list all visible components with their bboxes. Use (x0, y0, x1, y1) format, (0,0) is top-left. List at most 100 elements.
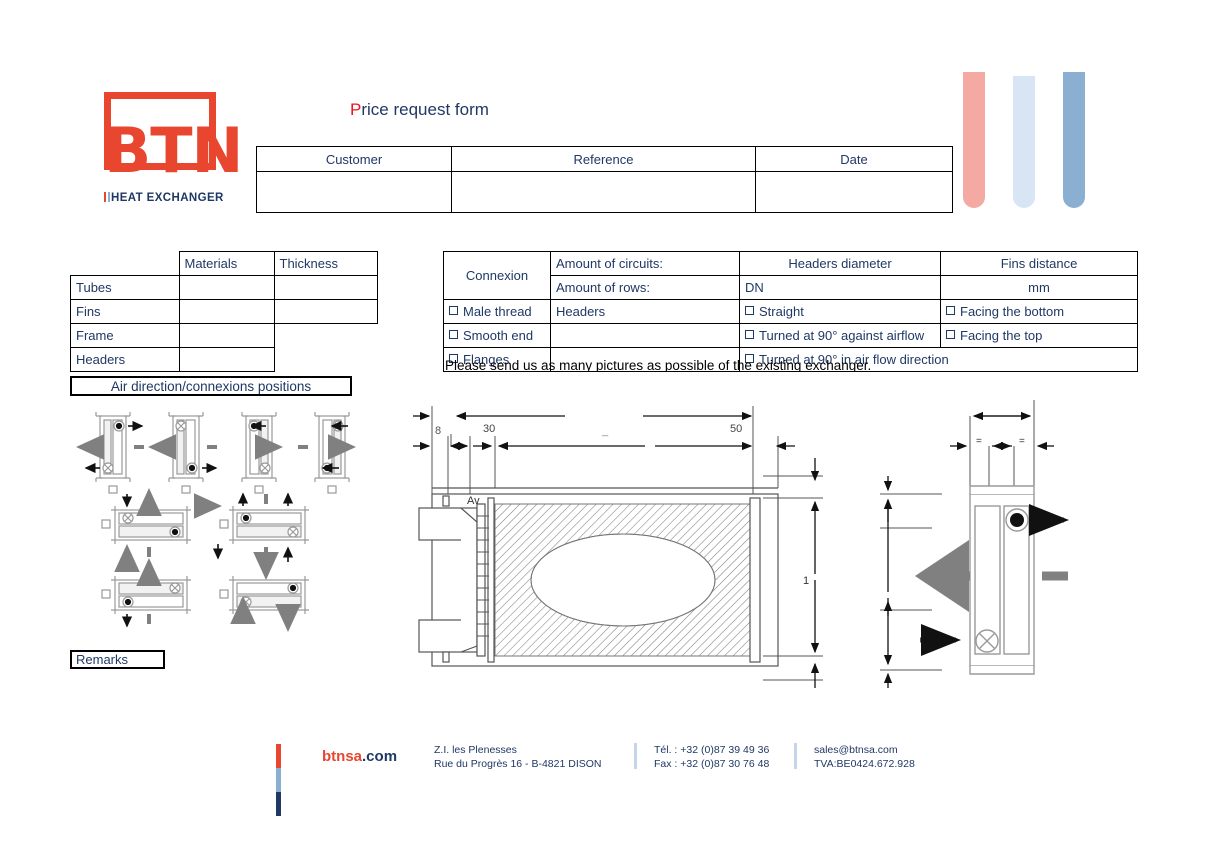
checkbox-label-facing-top: Facing the top (960, 328, 1043, 343)
amount-of-circuits-text: Amount of circuits: (556, 256, 663, 271)
field-reference[interactable] (451, 171, 756, 213)
footer-address-line1: Z.I. les Plenesses (434, 744, 517, 756)
table-row: Fins (70, 299, 378, 324)
decor-bar-2 (1013, 76, 1035, 208)
field-tubes-materials[interactable] (178, 275, 275, 300)
header-table: Customer Reference Date (256, 146, 953, 213)
field-headers-diameter[interactable]: DN (739, 275, 941, 300)
table-row-values (256, 171, 953, 213)
row-label-frame: Frame (70, 323, 180, 348)
checkbox-male-thread[interactable]: Male thread (443, 299, 551, 324)
label-amount-of-rows: Amount of rows: (550, 275, 740, 300)
field-fins-materials[interactable] (178, 299, 275, 324)
table-row-header: Materials Thickness (71, 251, 378, 276)
company-logo: BTN HEAT EXCHANGER (86, 86, 246, 218)
footer-site-name[interactable]: btnsa.com (322, 748, 397, 765)
label-amount-of-circuits: Amount of circuits: (550, 251, 740, 276)
footer-vat: TVA:BE0424.672.928 (814, 757, 915, 770)
footer-email[interactable]: sales@btnsa.com (814, 744, 915, 758)
footer-email-vat: sales@btnsa.com TVA:BE0424.672.928 (814, 744, 915, 771)
materials-corner-cell (71, 252, 180, 276)
amount-of-rows-text: Amount of rows: (556, 280, 650, 295)
logo-tagline-text: HEAT EXCHANGER (111, 192, 224, 204)
footer-site-name-text: btnsa (322, 748, 363, 765)
air-direction-diagrams (70, 402, 360, 632)
col-header-headers-diameter: Headers diameter (739, 251, 941, 276)
checkbox-icon[interactable] (449, 306, 458, 315)
tagline-bar-blue (107, 192, 110, 202)
checkbox-icon[interactable] (946, 330, 955, 339)
footer-fax: Fax : +32 (0)87 30 76 48 (654, 757, 770, 770)
table-row: Connexion Amount of circuits: Headers di… (443, 251, 1138, 300)
checkbox-smooth-end[interactable]: Smooth end (443, 323, 551, 348)
drawing-label-av: Av (467, 495, 480, 507)
checkbox-icon[interactable] (745, 330, 754, 339)
dimension-label-8: 8 (435, 425, 441, 437)
air-direction-title: Air direction/connexions positions (70, 376, 352, 396)
checkbox-label-turned-against-airflow: Turned at 90° against airflow (759, 328, 925, 343)
table-row: Headers (70, 347, 378, 372)
checkbox-icon[interactable] (745, 306, 754, 315)
technical-drawing-front-view: 8 30 _ 50 Av 1 (405, 398, 835, 688)
pictures-note: Please send us as many pictures as possi… (445, 358, 872, 371)
footer-tel: Tél. : +32 (0)87 39 49 36 (654, 744, 770, 756)
col-header-fins-distance: Fins distance (940, 251, 1138, 276)
headers-label-cell: Headers (550, 299, 740, 324)
equal-mark-right: = (1019, 436, 1025, 447)
footer-address: Z.I. les Plenesses Rue du Progrès 16 - B… (434, 744, 602, 771)
footer-bar-red (276, 744, 281, 768)
checkbox-label-facing-bottom: Facing the bottom (960, 304, 1065, 319)
page-title: Price request form (350, 100, 489, 120)
checkbox-label-male-thread: Male thread (463, 304, 532, 319)
equal-mark-left: = (976, 436, 982, 447)
col-header-reference: Reference (451, 146, 756, 172)
checkbox-straight[interactable]: Straight (739, 299, 941, 324)
col-header-customer: Customer (256, 146, 452, 172)
col-header-materials: Materials (178, 251, 275, 276)
materials-table: Materials Thickness Tubes Fins Frame Hea… (70, 251, 378, 372)
decor-bar-1 (963, 72, 985, 208)
field-tubes-thickness[interactable] (273, 275, 378, 300)
checkbox-label-straight: Straight (759, 304, 804, 319)
col-header-thickness: Thickness (273, 251, 378, 276)
dimension-label-mid: _ (601, 425, 609, 437)
table-row-header: Customer Reference Date (256, 146, 953, 172)
row-label-tubes: Tubes (70, 275, 180, 300)
table-row: Smooth end Turned at 90° against airflow… (443, 323, 1138, 348)
dimension-label-vertical: 1 (803, 575, 809, 587)
checkbox-facing-the-bottom[interactable]: Facing the bottom (940, 299, 1138, 324)
field-headers-materials[interactable] (178, 347, 275, 372)
table-row: Frame (70, 323, 378, 348)
row-label-headers: Headers (70, 347, 180, 372)
remarks-box[interactable]: Remarks (70, 650, 165, 669)
dimension-label-30: 30 (483, 423, 495, 435)
field-frame-materials[interactable] (178, 323, 275, 348)
connexion-table: Connexion Amount of circuits: Headers di… (443, 251, 1138, 372)
field-customer[interactable] (256, 171, 452, 213)
checkbox-icon[interactable] (946, 306, 955, 315)
row-label-fins: Fins (70, 299, 180, 324)
footer-separator-1 (634, 743, 637, 769)
field-fins-thickness[interactable] (273, 299, 378, 324)
page-title-rest: rice request form (361, 100, 489, 119)
table-row: Male thread Headers Straight Facing the … (443, 299, 1138, 324)
field-fins-distance[interactable]: mm (940, 275, 1138, 300)
tagline-bar-red (104, 192, 106, 202)
table-row: Tubes (70, 275, 378, 300)
checkbox-icon[interactable] (449, 330, 458, 339)
checkbox-turned-against-airflow[interactable]: Turned at 90° against airflow (739, 323, 941, 348)
checkbox-label-smooth-end: Smooth end (463, 328, 534, 343)
logo-tagline: HEAT EXCHANGER (104, 192, 224, 204)
footer-address-line2: Rue du Progrès 16 - B-4821 DISON (434, 757, 602, 770)
checkbox-facing-the-top[interactable]: Facing the top (940, 323, 1138, 348)
logo-wordmark: BTN (104, 114, 243, 187)
footer-bar-navy (276, 792, 281, 816)
footer-logo-bars (276, 744, 283, 816)
field-date[interactable] (755, 171, 953, 213)
empty-cell (274, 348, 377, 372)
dimension-label-50: 50 (730, 423, 742, 435)
footer-site-tld: .com (362, 748, 398, 765)
decor-bar-3 (1063, 72, 1085, 208)
footer-bar-lightblue (276, 768, 281, 792)
technical-drawing-side-view: = = (862, 398, 1092, 688)
